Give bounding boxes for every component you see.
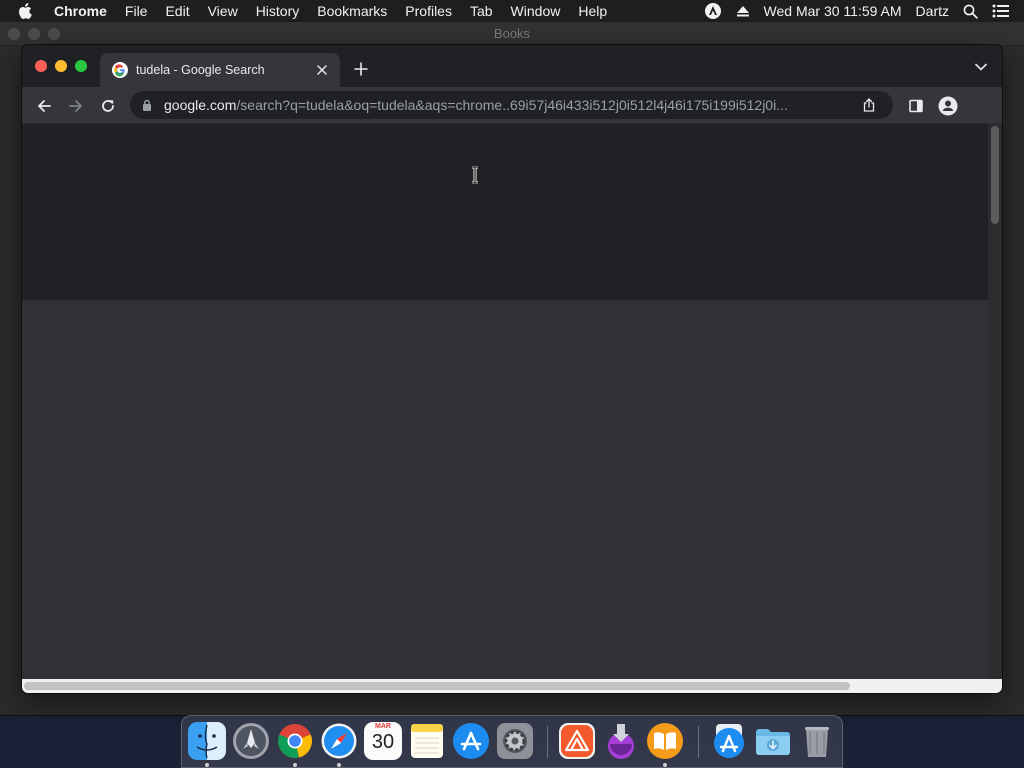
page-header-area — [22, 124, 988, 300]
finder-running-dot — [205, 763, 209, 767]
horizontal-scroll-thumb[interactable] — [24, 682, 850, 690]
menu-view[interactable]: View — [208, 3, 238, 19]
tab-strip: tudela - Google Search — [22, 45, 1002, 87]
books-close-button[interactable] — [8, 28, 20, 40]
trash-icon[interactable] — [798, 722, 836, 760]
launchpad-icon[interactable] — [232, 722, 270, 760]
vertical-scrollbar[interactable] — [988, 124, 1002, 679]
safari-running-dot — [337, 763, 341, 767]
control-center-icon[interactable] — [992, 4, 1010, 18]
books-zoom-button[interactable] — [48, 28, 60, 40]
google-g-icon — [112, 62, 128, 78]
eject-icon[interactable] — [736, 5, 750, 17]
url-domain: google.com — [164, 97, 237, 113]
horizontal-scrollbar[interactable] — [22, 679, 988, 693]
minimize-window-button[interactable] — [55, 60, 67, 72]
share-icon[interactable] — [861, 97, 877, 113]
browser-toolbar: google.com/search?q=tudela&oq=tudela&aqs… — [22, 87, 1002, 124]
menu-app-name[interactable]: Chrome — [54, 3, 107, 19]
menu-profiles[interactable]: Profiles — [405, 3, 452, 19]
system-preferences-icon[interactable] — [496, 722, 534, 760]
books-titlebar[interactable]: Books — [0, 22, 1024, 46]
profile-avatar-icon[interactable] — [938, 96, 958, 116]
menu-file[interactable]: File — [125, 3, 148, 19]
chrome-icon[interactable] — [276, 722, 314, 760]
reload-icon[interactable] — [98, 96, 118, 116]
vertical-scroll-thumb[interactable] — [991, 126, 999, 224]
dock: MAR 30 — [181, 715, 843, 768]
books-window-controls — [8, 28, 60, 40]
accessibility-status-icon[interactable] — [704, 2, 722, 20]
finder-icon[interactable] — [188, 722, 226, 760]
zoom-window-button[interactable] — [75, 60, 87, 72]
dock-separator — [547, 726, 548, 758]
menu-window[interactable]: Window — [511, 3, 561, 19]
close-tab-icon[interactable] — [314, 62, 330, 78]
close-window-button[interactable] — [35, 60, 47, 72]
tab-google-search[interactable]: tudela - Google Search — [100, 53, 340, 87]
calendar-icon[interactable]: MAR 30 — [364, 722, 402, 760]
tab-search-chevron-down-icon[interactable] — [974, 62, 988, 72]
calendar-month: MAR — [375, 723, 391, 730]
menu-history[interactable]: History — [256, 3, 300, 19]
side-panel-icon[interactable] — [906, 96, 926, 116]
back-arrow-icon[interactable] — [34, 96, 54, 116]
installer-icon[interactable] — [602, 722, 640, 760]
url-path: /search?q=tudela&oq=tudela&aqs=chrome..6… — [236, 97, 788, 113]
menu-user-name[interactable]: Dartz — [916, 3, 949, 19]
spotlight-search-icon[interactable] — [963, 4, 978, 19]
window-controls — [35, 60, 87, 72]
menu-bar: Chrome File Edit View History Bookmarks … — [0, 0, 1024, 22]
address-bar[interactable]: google.com/search?q=tudela&oq=tudela&aqs… — [130, 91, 893, 119]
downloads-folder-icon[interactable] — [754, 722, 792, 760]
books-window-title: Books — [493, 26, 531, 41]
menu-bookmarks[interactable]: Bookmarks — [317, 3, 387, 19]
calendar-day: 30 — [371, 731, 395, 753]
lock-icon[interactable] — [142, 98, 154, 112]
chrome-running-dot — [293, 763, 297, 767]
tab-title: tudela - Google Search — [136, 63, 265, 77]
apple-menu-icon[interactable] — [18, 0, 38, 22]
applications-folder-icon[interactable] — [710, 722, 748, 760]
dock-separator-2 — [698, 726, 699, 758]
books-minimize-button[interactable] — [28, 28, 40, 40]
text-cursor-icon — [472, 166, 478, 184]
scrollbar-corner — [988, 679, 1002, 693]
page-content[interactable] — [22, 124, 988, 679]
safari-icon[interactable] — [320, 722, 358, 760]
url-text[interactable]: google.com/search?q=tudela&oq=tudela&aqs… — [164, 97, 851, 113]
menu-tab[interactable]: Tab — [470, 3, 493, 19]
chrome-window: tudela - Google Search google.com/search… — [22, 45, 1002, 693]
new-tab-plus-icon[interactable] — [352, 60, 370, 78]
notes-icon[interactable] — [408, 722, 446, 760]
creative-cloud-icon[interactable] — [558, 722, 596, 760]
menu-edit[interactable]: Edit — [165, 3, 189, 19]
menu-clock[interactable]: Wed Mar 30 11:59 AM — [764, 3, 902, 19]
books-running-dot — [663, 763, 667, 767]
forward-arrow-icon[interactable] — [66, 96, 86, 116]
app-store-icon[interactable] — [452, 722, 490, 760]
menu-help[interactable]: Help — [578, 3, 607, 19]
books-icon[interactable] — [646, 722, 684, 760]
